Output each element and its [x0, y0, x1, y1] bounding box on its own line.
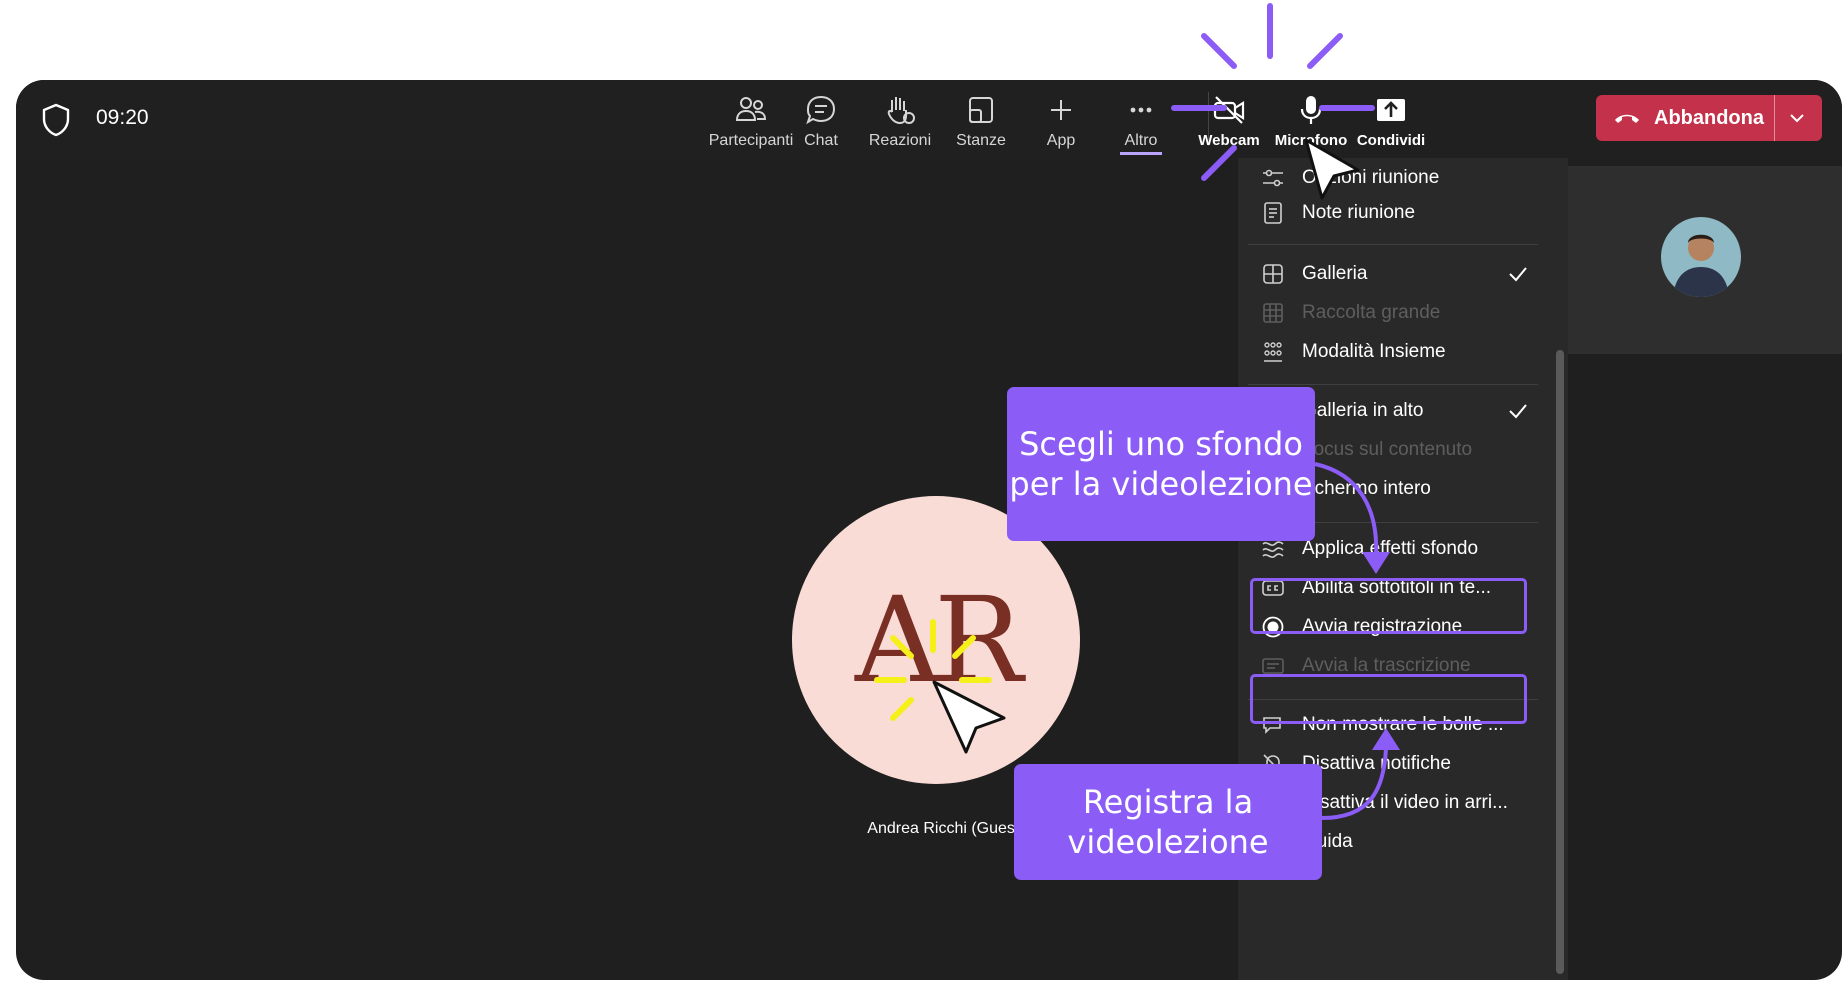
menu-item-gallery[interactable]: Galleria	[1238, 254, 1538, 294]
menu-item-label: Galleria in alto	[1302, 400, 1424, 421]
active-tab-indicator	[1120, 152, 1162, 155]
leave-label: Abbandona	[1654, 106, 1764, 129]
highlight-start-recording	[1250, 674, 1527, 724]
leave-divider	[1774, 95, 1775, 141]
large-grid-icon	[1263, 303, 1283, 323]
toolbar-share-button[interactable]: Condividi	[1336, 88, 1446, 154]
checkmark-icon	[1509, 404, 1527, 419]
highlight-background-effects	[1250, 578, 1527, 634]
share-icon	[1377, 99, 1405, 121]
menu-item-label: Note riunione	[1302, 202, 1416, 223]
raise-hand-icon	[887, 97, 915, 125]
hang-up-icon	[1615, 114, 1639, 123]
callout-record: Registra la videolezione	[1014, 764, 1322, 880]
menu-item-meeting-notes[interactable]: Note riunione	[1238, 193, 1538, 233]
menu-item-label: Disattiva notifiche	[1302, 753, 1451, 774]
chevron-down-icon[interactable]	[1786, 107, 1808, 129]
rooms-icon	[969, 97, 993, 123]
callout-background-text: Scegli uno sfondo per la videolezione	[1009, 425, 1313, 503]
more-icon	[1130, 107, 1152, 113]
toolbar-label: App	[1046, 132, 1076, 149]
participant-strip	[1564, 166, 1842, 354]
notes-icon	[1264, 202, 1282, 224]
settings-sliders-icon	[1263, 169, 1283, 187]
menu-item-label: Galleria	[1302, 263, 1368, 284]
menu-scrollbar[interactable]	[1556, 350, 1564, 974]
menu-item-together-mode[interactable]: Modalità Insieme	[1238, 332, 1538, 372]
toolbar-label: Reazioni	[868, 132, 932, 149]
leave-button[interactable]: Abbandona	[1596, 95, 1822, 141]
avatar-initials: AR	[854, 571, 1023, 709]
toolbar-label: Webcam	[1198, 132, 1260, 149]
toolbar-label: Stanze	[956, 132, 1006, 149]
menu-item-large-gallery: Raccolta grande	[1238, 293, 1538, 333]
microphone-icon	[1300, 96, 1322, 124]
chat-icon	[806, 95, 836, 125]
callout-background: Scegli uno sfondo per la videolezione	[1007, 387, 1315, 541]
callout-record-text: Registra la videolezione	[1067, 783, 1269, 861]
together-mode-icon	[1264, 342, 1282, 362]
grid-icon	[1263, 264, 1283, 284]
menu-item-label: Opzioni riunione	[1302, 167, 1440, 188]
menu-item-label: Focus sul contenuto	[1302, 439, 1473, 460]
menu-item-label: Applica effetti sfondo	[1302, 538, 1479, 559]
menu-divider	[1248, 384, 1538, 385]
person-avatar-icon	[1661, 217, 1741, 297]
menu-item-label: Raccolta grande	[1302, 302, 1441, 323]
menu-item-label: Schermo intero	[1302, 478, 1431, 499]
menu-divider	[1248, 244, 1538, 245]
meeting-time: 09:20	[96, 106, 149, 129]
meeting-window: 09:20 Partecipanti Chat Reazioni Stanze …	[16, 80, 1842, 980]
shield-icon	[42, 103, 70, 137]
people-icon	[735, 97, 767, 121]
meeting-toolbar: 09:20 Partecipanti Chat Reazioni Stanze …	[16, 80, 1842, 160]
participant-photo[interactable]	[1661, 217, 1741, 297]
toolbar-label: Chat	[804, 132, 838, 149]
toolbar-label: Altro	[1124, 132, 1158, 149]
camera-off-icon	[1213, 96, 1245, 124]
menu-item-label: Disattiva il video in arri...	[1302, 792, 1508, 813]
checkmark-icon	[1509, 267, 1527, 282]
menu-item-meeting-options[interactable]: Opzioni riunione	[1238, 158, 1538, 198]
menu-item-label: Modalità Insieme	[1302, 341, 1446, 362]
toolbar-label: Condividi	[1356, 132, 1426, 149]
plus-icon	[1051, 100, 1071, 120]
